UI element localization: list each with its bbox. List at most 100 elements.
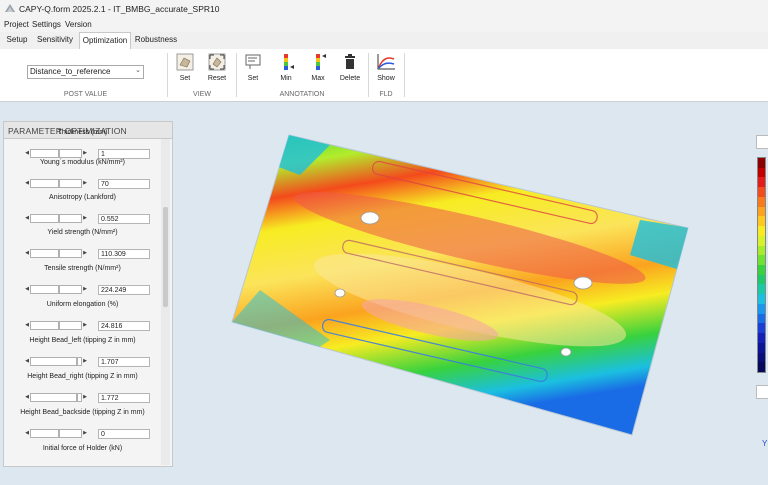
slider-right-arrow-icon[interactable]: ▶	[82, 214, 88, 223]
param-slider[interactable]: ◀ ▶	[24, 149, 88, 158]
slider-right-arrow-icon[interactable]: ▶	[82, 429, 88, 438]
view-reset-button[interactable]: Reset	[205, 53, 229, 82]
annotation-set-button[interactable]: Set	[241, 53, 265, 82]
fld-show-label: Show	[377, 75, 395, 82]
view-set-label: Set	[179, 75, 191, 82]
colorbar-cell	[758, 333, 765, 344]
param-value-field[interactable]: 0.552	[98, 214, 150, 224]
max-marker-icon	[316, 54, 326, 70]
colorbar-cell	[758, 265, 765, 276]
color-legend-bar	[757, 157, 766, 373]
param-slider[interactable]: ◀ ▶	[24, 321, 88, 330]
group-label-annotation: ANNOTATION	[279, 91, 325, 98]
max-marker-button[interactable]: Max	[306, 53, 330, 82]
param-label: Height Bead_left (tipping Z in mm)	[29, 337, 136, 344]
slider-track-right[interactable]	[59, 179, 82, 188]
slider-track-right[interactable]	[59, 149, 82, 158]
slider-track-left[interactable]	[30, 285, 59, 294]
colorbar-cell	[758, 342, 765, 354]
param-slider[interactable]: ◀ ▶	[24, 393, 88, 402]
param-value-field[interactable]: 0	[98, 429, 150, 439]
menu-version[interactable]: Version	[65, 20, 92, 29]
slider-right-arrow-icon[interactable]: ▶	[82, 149, 88, 158]
param-slider[interactable]: ◀ ▶	[24, 357, 88, 366]
ribbon-divider	[404, 53, 405, 97]
scrollbar-thumb[interactable]	[163, 207, 168, 307]
window-title: CAPY-Q.form 2025.2.1 - IT_BMBG_accurate_…	[19, 4, 220, 14]
param-slider[interactable]: ◀ ▶	[24, 214, 88, 223]
colorbar-cell	[758, 313, 765, 324]
colorbar-cell	[758, 284, 765, 295]
slider-track-left[interactable]	[30, 149, 59, 158]
menu-settings[interactable]: Settings	[32, 20, 61, 29]
delete-button[interactable]: Delete	[338, 53, 362, 82]
colorbar-min-field[interactable]	[756, 385, 768, 399]
param-value-field[interactable]: 224.249	[98, 285, 150, 295]
menu-project[interactable]: Project	[4, 20, 29, 29]
slider-track-right[interactable]	[59, 321, 82, 330]
tab-setup[interactable]: Setup	[4, 32, 30, 48]
param-value-field[interactable]: 1.772	[98, 393, 150, 403]
colorbar-cell	[758, 245, 765, 256]
view-set-icon	[176, 53, 194, 71]
slider-right-arrow-icon[interactable]: ▶	[82, 179, 88, 188]
slider-track-right[interactable]	[59, 429, 82, 438]
param-slider[interactable]: ◀ ▶	[24, 285, 88, 294]
param-value-field[interactable]: 1.707	[98, 357, 150, 367]
slider-right-arrow-icon[interactable]: ▶	[82, 285, 88, 294]
ribbon-divider	[236, 53, 237, 97]
fld-show-icon	[377, 54, 395, 70]
slider-right-arrow-icon[interactable]: ▶	[82, 321, 88, 330]
colorbar-cell	[758, 323, 765, 334]
annotation-set-label: Set	[247, 75, 259, 82]
view-reset-label: Reset	[207, 75, 227, 82]
slider-right-arrow-icon[interactable]: ▶	[82, 357, 88, 366]
slider-track-left[interactable]	[30, 321, 59, 330]
post-value-dropdown[interactable]: Distance_to_reference ⌄	[27, 65, 144, 79]
slider-right-arrow-icon[interactable]: ▶	[82, 249, 88, 258]
param-value-field[interactable]: 110.309	[98, 249, 150, 259]
colorbar-cell	[758, 206, 765, 217]
colorbar-cell	[758, 187, 765, 198]
param-label: Thickness (mm)	[57, 129, 108, 136]
param-value-field[interactable]: 24.816	[98, 321, 150, 331]
slider-track-left[interactable]	[30, 249, 59, 258]
param-slider[interactable]: ◀ ▶	[24, 179, 88, 188]
param-slider[interactable]: ◀ ▶	[24, 429, 88, 438]
colorbar-cell	[758, 226, 765, 237]
min-marker-button[interactable]: Min	[274, 53, 298, 82]
slider-track-left[interactable]	[30, 179, 59, 188]
param-slider[interactable]: ◀ ▶	[24, 249, 88, 258]
tab-sensitivity[interactable]: Sensitivity	[36, 32, 74, 48]
slider-track-right[interactable]	[59, 249, 82, 258]
colorbar-cell	[758, 255, 765, 266]
slider-track-left[interactable]	[30, 214, 59, 223]
ribbon-toolbar: Distance_to_reference ⌄ POST VALUE Set R…	[0, 49, 768, 102]
slider-track-right[interactable]	[59, 285, 82, 294]
panel-scrollbar[interactable]	[161, 139, 170, 465]
colorbar-cell	[758, 216, 765, 227]
slider-track-left[interactable]	[30, 429, 59, 438]
slider-track-left[interactable]	[30, 357, 77, 366]
tab-bar: Setup Sensitivity Optimization Robustnes…	[0, 32, 768, 50]
colorbar-max-field[interactable]	[756, 135, 768, 149]
menu-bar: Project Settings Version	[0, 18, 768, 32]
colorbar-cell	[758, 294, 765, 305]
slider-track-right[interactable]	[59, 214, 82, 223]
view-set-button[interactable]: Set	[173, 53, 197, 82]
slider-right-arrow-icon[interactable]: ▶	[82, 393, 88, 402]
colorbar-cell	[758, 167, 765, 178]
slider-track-left[interactable]	[30, 393, 77, 402]
colorbar-cell	[758, 352, 765, 363]
parameter-optimization-panel: PARAMETER OPTIMIZATION Thickness (mm) ◀ ▶ 1…	[3, 121, 173, 467]
trash-icon	[345, 54, 355, 69]
param-value-field[interactable]: 70	[98, 179, 150, 189]
ribbon-divider	[368, 53, 369, 97]
tab-robustness[interactable]: Robustness	[134, 32, 178, 48]
colorbar-cell	[758, 158, 765, 169]
param-value-field[interactable]: 1	[98, 149, 150, 159]
annotation-set-icon	[245, 54, 261, 69]
fld-show-button[interactable]: Show	[374, 53, 398, 82]
param-label: Height Bead_right (tipping Z in mm)	[27, 373, 138, 380]
tab-optimization[interactable]: Optimization	[79, 32, 131, 50]
